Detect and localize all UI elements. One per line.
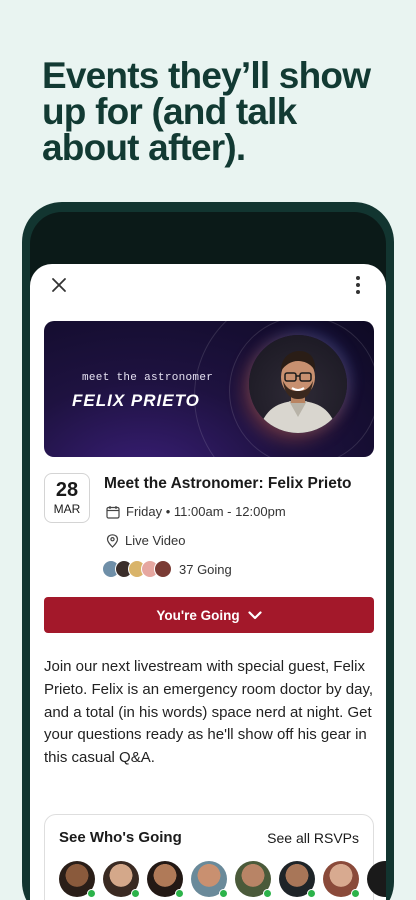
more-options-button[interactable] — [348, 274, 368, 296]
event-day: 28 — [55, 479, 79, 501]
attendee-avatar[interactable] — [235, 861, 272, 898]
attendee-avatar[interactable] — [147, 861, 184, 898]
event-location-row: Live Video — [106, 533, 185, 548]
close-icon — [52, 278, 66, 292]
going-count: 37 Going — [179, 561, 232, 577]
event-month: MAR — [53, 502, 81, 516]
who-going-title: See Who's Going — [59, 829, 182, 846]
speaker-photo — [259, 351, 337, 433]
online-indicator — [175, 889, 184, 898]
location-pin-icon — [106, 533, 119, 548]
online-indicator — [263, 889, 272, 898]
speaker-portrait — [249, 335, 347, 433]
marketing-headline: Events they’ll show up for (and talk abo… — [42, 55, 371, 168]
close-button[interactable] — [48, 274, 70, 296]
banner-title: FELIX PRIETO — [72, 391, 200, 410]
online-indicator — [87, 889, 96, 898]
attendee-avatar[interactable] — [103, 861, 140, 898]
online-indicator — [307, 889, 316, 898]
who-going-card: See Who's Going See all RSVPs — [44, 814, 386, 900]
attendee-avatar — [154, 560, 172, 578]
rsvp-button[interactable]: You're Going — [44, 597, 374, 633]
event-schedule-row: Friday • 11:00am - 12:00pm — [106, 504, 286, 519]
see-all-rsvps-link[interactable]: See all RSVPs — [267, 830, 359, 846]
more-vertical-icon — [356, 276, 360, 294]
event-date-badge: 28 MAR — [44, 473, 90, 523]
calendar-icon — [106, 505, 120, 519]
attendee-avatar[interactable] — [323, 861, 360, 898]
event-banner: meet the astronomer FELIX PRIETO — [44, 321, 374, 457]
rsvp-label: You're Going — [156, 607, 240, 623]
attendee-avatar[interactable] — [191, 861, 228, 898]
online-indicator — [131, 889, 140, 898]
event-description: Join our next livestream with special gu… — [44, 658, 374, 767]
event-schedule: Friday • 11:00am - 12:00pm — [126, 504, 286, 519]
attendee-list — [59, 861, 386, 898]
event-location: Live Video — [125, 533, 186, 548]
going-avatars-row[interactable]: 37 Going — [102, 560, 232, 578]
event-detail-sheet: meet the astronomer FELIX PRIETO 28 MAR … — [30, 264, 386, 900]
attendee-avatar[interactable] — [279, 861, 316, 898]
chevron-down-icon — [248, 610, 262, 619]
attendee-avatar[interactable] — [367, 861, 386, 897]
online-indicator — [351, 889, 360, 898]
attendee-avatar[interactable] — [59, 861, 96, 898]
banner-subtitle: meet the astronomer — [82, 372, 214, 384]
online-indicator — [219, 889, 228, 898]
event-title: Meet the Astronomer: Felix Prieto — [104, 475, 352, 492]
